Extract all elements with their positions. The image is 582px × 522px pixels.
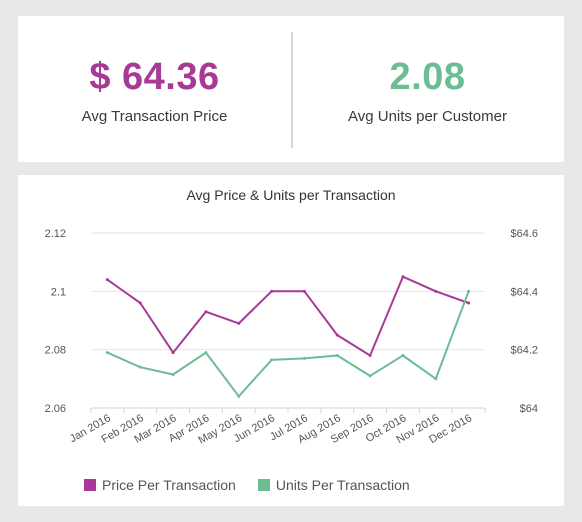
y-right-tick-label: $64 — [520, 403, 538, 415]
y-left-tick-label: 2.1 — [51, 286, 66, 298]
y-left-tick-label: 2.08 — [45, 345, 66, 357]
y-right-tick-label: $64.2 — [510, 345, 538, 357]
price-point — [138, 301, 142, 305]
units-point — [237, 394, 241, 398]
y-right-tick-label: $64.6 — [510, 228, 538, 240]
legend-item-price[interactable]: Price Per Transaction — [84, 477, 236, 493]
units-point — [368, 374, 372, 378]
price-point — [302, 289, 306, 293]
units-point — [138, 365, 142, 369]
units-point — [204, 351, 208, 355]
price-point — [237, 321, 241, 325]
units-point — [171, 372, 175, 376]
units-point — [434, 377, 438, 381]
price-point — [171, 351, 175, 355]
price-point — [105, 278, 109, 282]
kpi-value: 2.08 — [389, 56, 466, 98]
units-point — [270, 358, 274, 362]
units-point — [335, 354, 339, 357]
units-point — [105, 351, 109, 355]
price-point — [401, 275, 405, 279]
legend-label: Units Per Transaction — [275, 477, 410, 493]
units-series-line — [106, 290, 470, 398]
legend-swatch-units — [257, 479, 270, 491]
price-point — [467, 301, 471, 305]
price-point — [270, 289, 274, 293]
line-chart: 2.06 $642.08 $64.22.1 $64.42.12 $64.6Jan 201… — [45, 228, 538, 447]
price-point — [434, 289, 438, 293]
kpi-label: Avg Transaction Price — [81, 108, 228, 125]
units-point — [467, 289, 471, 293]
units-point — [302, 356, 306, 360]
chart-legend: Price Per Transaction Units Per Transact… — [84, 477, 432, 493]
units-point — [401, 354, 405, 357]
chart-panel: Avg Price & Units per Transaction 2.06 $6… — [18, 175, 564, 506]
price-point — [368, 354, 372, 357]
price-series-line — [106, 275, 469, 357]
price-point — [204, 310, 208, 314]
y-right-tick-label: $64.4 — [510, 286, 538, 298]
legend-item-units[interactable]: Units Per Transaction — [257, 477, 410, 493]
y-left-tick-label: 2.12 — [45, 228, 66, 240]
kpi-panel: $ 64.36 Avg Transaction Price 2.08 Avg U… — [18, 16, 564, 162]
legend-label: Price Per Transaction — [102, 477, 236, 493]
kpi-avg-transaction-price: $ 64.36 Avg Transaction Price — [18, 16, 291, 162]
kpi-label: Avg Units per Customer — [348, 108, 507, 125]
kpi-avg-units-per-customer: 2.08 Avg Units per Customer — [291, 16, 564, 162]
y-left-tick-label: 2.06 — [45, 403, 66, 415]
legend-swatch-price — [84, 479, 96, 491]
price-point — [335, 333, 339, 337]
kpi-value: $ 64.36 — [89, 56, 220, 98]
